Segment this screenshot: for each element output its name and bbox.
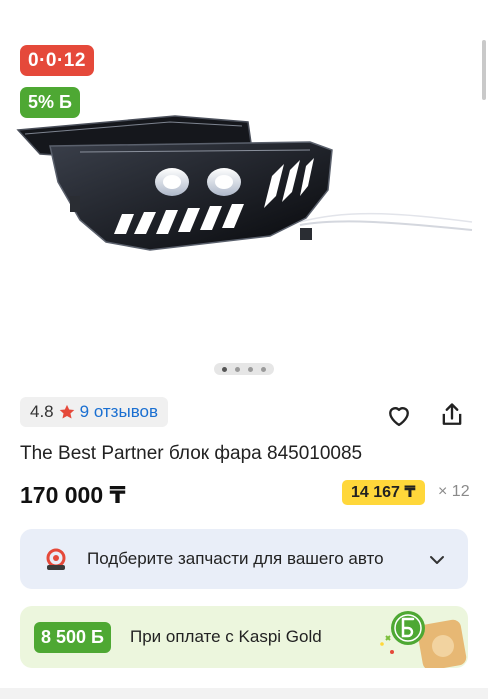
gold-card-label: При оплате с Kaspi Gold (129, 627, 322, 646)
gold-bonus-amount: 8 500 Б (34, 621, 111, 653)
section-divider (0, 688, 488, 699)
product-title: The Best Partner блок фара 845010085 (20, 443, 363, 464)
star-icon (59, 404, 74, 419)
share-icon (442, 403, 462, 425)
kaspi-gold-card[interactable]: 8 500 Б При оплате с Kaspi Gold (20, 606, 468, 668)
carousel-dot[interactable] (248, 366, 253, 372)
rating-value: 4.8 (30, 402, 54, 421)
installment-badge: 0·0·12 (20, 45, 94, 76)
bonus-coin-illustration (380, 611, 467, 668)
share-button[interactable] (437, 400, 467, 430)
favorite-button[interactable] (384, 400, 414, 430)
carousel-dot[interactable] (261, 366, 266, 372)
parts-picker-button[interactable]: Подберите запчасти для вашего авто (20, 529, 468, 589)
parts-picker-label: Подберите запчасти для вашего авто (87, 549, 384, 568)
carousel-dot[interactable] (235, 366, 240, 372)
monthly-payment-badge: 14 167 ₸ (342, 480, 425, 505)
chevron-down-icon (430, 556, 444, 564)
carousel-dots (214, 363, 274, 375)
heart-icon (389, 407, 409, 427)
product-price: 170 000 ₸ (20, 482, 126, 508)
scrollbar[interactable] (482, 40, 486, 100)
carousel-dot[interactable] (222, 366, 227, 372)
product-image[interactable] (10, 110, 480, 270)
installment-months: × 12 (438, 483, 470, 500)
reviews-link[interactable]: 9 отзывов (80, 402, 158, 422)
product-gallery[interactable]: 0·0·12 5% Б (0, 0, 488, 385)
rating-chip[interactable]: 4.8 9 отзывов (20, 397, 169, 427)
car-parts-icon (46, 548, 66, 570)
